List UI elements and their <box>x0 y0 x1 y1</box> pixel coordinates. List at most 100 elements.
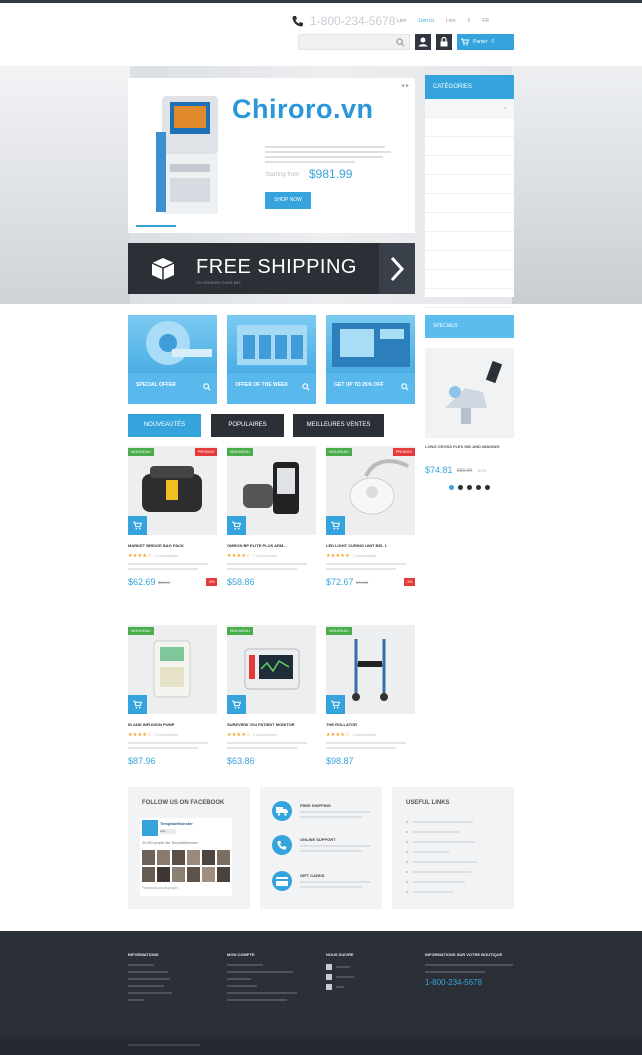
new-badge: NOUVEAU <box>326 627 352 635</box>
add-to-cart-button[interactable] <box>128 695 147 714</box>
cart-label: Panier <box>473 39 488 45</box>
facebook-link[interactable] <box>326 974 386 980</box>
add-to-cart-button[interactable] <box>128 516 147 535</box>
new-badge: NOUVEAU <box>326 448 352 456</box>
twitter-icon <box>326 964 332 970</box>
category-item[interactable] <box>425 289 514 308</box>
dental-chair-image[interactable] <box>425 348 514 438</box>
category-item[interactable] <box>425 175 514 194</box>
product-name[interactable]: OMRON BP ELITE PLUS ARM... <box>227 543 287 548</box>
review-count[interactable]: 1 Commentaire <box>154 733 178 737</box>
product-name[interactable]: THE ROLLATOR <box>326 722 357 727</box>
add-to-cart-button[interactable] <box>326 516 345 535</box>
footer-phone[interactable]: 1-800-234-5678 <box>425 978 520 987</box>
add-to-cart-button[interactable] <box>227 695 246 714</box>
facebook-page-name[interactable]: TemplateMonster <box>160 821 193 826</box>
currency-selector[interactable]: € <box>467 18 470 24</box>
promo-tile-special-offer[interactable]: SPECIAL OFFER <box>128 315 217 404</box>
search-input[interactable] <box>298 34 410 50</box>
review-count[interactable]: 1 Commentaire <box>253 733 277 737</box>
chevron-right-icon <box>390 256 405 281</box>
useful-link[interactable] <box>406 857 477 867</box>
review-count[interactable]: 1 Commentaire <box>352 733 376 737</box>
product-price: $98.87 <box>326 756 354 766</box>
add-to-cart-button[interactable] <box>326 695 345 714</box>
footer-bottom-bar <box>0 1037 642 1055</box>
promo-tile-offer-week[interactable]: OFFER OF THE WEEK <box>227 315 316 404</box>
top-link-2[interactable]: Lien ici <box>418 18 434 24</box>
categories-title: CATÉGORIES <box>425 75 514 99</box>
product-price: $58.86 <box>227 577 255 587</box>
rss-icon <box>326 984 332 990</box>
slide-price: $981.99 <box>309 167 353 181</box>
cart-icon <box>133 521 142 530</box>
tab-populaires[interactable]: POPULAIRES <box>211 414 284 437</box>
services-box: FREE SHIPPING ONLINE SUPPORT GIFT CARDS <box>260 787 382 909</box>
facebook-likes: 30,000 people like TemplateMonster <box>142 841 199 845</box>
category-item[interactable] <box>425 213 514 232</box>
free-shipping-banner[interactable]: FREE SHIPPING ON ORDERS OVER $99 <box>128 243 415 294</box>
category-item[interactable] <box>425 194 514 213</box>
pager-dot[interactable] <box>485 485 490 490</box>
useful-link[interactable] <box>406 847 477 857</box>
promo-tile-discount[interactable]: GET UP TO 25% OFF <box>326 315 415 404</box>
header-phone: 1-800-234-5678 <box>292 14 395 28</box>
category-item[interactable] <box>425 137 514 156</box>
product-name[interactable]: LED LIGHT CURING UNIT BEL 1 <box>326 543 387 548</box>
cart-button[interactable]: Panier 0 <box>457 34 514 50</box>
review-count[interactable]: 1 Commentaire <box>352 554 376 558</box>
top-link-3[interactable]: Lien <box>446 18 455 24</box>
category-item[interactable] <box>425 118 514 137</box>
category-item[interactable] <box>425 251 514 270</box>
facebook-icon <box>326 974 332 980</box>
watermark-text: Chiroro.vn <box>232 94 374 124</box>
add-to-cart-button[interactable] <box>227 516 246 535</box>
category-item[interactable] <box>425 232 514 251</box>
special-product-name[interactable]: LONG CROSS FLEX INK AND IMAGING <box>425 444 500 449</box>
pager-dot[interactable] <box>467 485 472 490</box>
product-name[interactable]: MARKET BRIDGE BAG PACK <box>128 543 184 548</box>
facebook-widget[interactable]: TemplateMonster Like 30,000 people like … <box>140 818 232 896</box>
twitter-link[interactable] <box>326 964 386 970</box>
footer-title: NOUS SUIVRE <box>326 952 354 957</box>
rss-link[interactable] <box>326 984 386 990</box>
category-item[interactable]: ⌄ <box>425 99 514 118</box>
pager-dot[interactable] <box>458 485 463 490</box>
shipping-arrow-button[interactable] <box>379 243 415 294</box>
useful-link[interactable] <box>406 837 477 847</box>
search-icon[interactable] <box>401 383 409 391</box>
category-item[interactable] <box>425 156 514 175</box>
search-icon[interactable] <box>396 38 405 47</box>
sale-badge: PROMO! <box>194 448 217 456</box>
review-count[interactable]: 1 Commentaire <box>253 554 277 558</box>
slide-controls[interactable]: ◂ ▸ <box>401 82 409 89</box>
service-title: ONLINE SUPPORT <box>300 837 336 842</box>
language-selector[interactable]: FR <box>482 18 489 24</box>
tab-nouveautes[interactable]: NOUVEAUTÉS <box>128 414 201 437</box>
shop-now-button[interactable]: SHOP NOW <box>265 192 311 209</box>
product-name[interactable]: IN AND INFUSION PUMP <box>128 722 175 727</box>
login-button[interactable] <box>436 34 452 50</box>
pager-dot[interactable] <box>449 485 454 490</box>
product-description <box>326 742 411 752</box>
top-link-1[interactable]: Lien <box>397 18 406 24</box>
review-count[interactable]: 1 Commentaire <box>154 554 178 558</box>
rating-stars: ★★★★★ <box>326 553 350 559</box>
shipping-title: FREE SHIPPING <box>196 256 357 278</box>
useful-link[interactable] <box>406 827 477 837</box>
pager-dot[interactable] <box>476 485 481 490</box>
search-icon[interactable] <box>302 383 310 391</box>
sale-badge: PROMO! <box>392 448 415 456</box>
rating-stars: ★★★★☆ <box>128 553 152 559</box>
useful-link[interactable] <box>406 887 477 897</box>
like-button[interactable]: Like <box>160 829 176 834</box>
category-item[interactable] <box>425 270 514 289</box>
useful-link[interactable] <box>406 867 477 877</box>
search-icon[interactable] <box>203 383 211 391</box>
product-name[interactable]: SUREVIEW VS4 PATIENT MONITOR <box>227 722 295 727</box>
useful-link[interactable] <box>406 817 477 827</box>
footer-col-account: MON COMPTE <box>227 952 302 1006</box>
tab-meilleures-ventes[interactable]: MEILLEURES VENTES <box>293 414 384 437</box>
useful-link[interactable] <box>406 877 477 887</box>
account-button[interactable] <box>415 34 431 50</box>
